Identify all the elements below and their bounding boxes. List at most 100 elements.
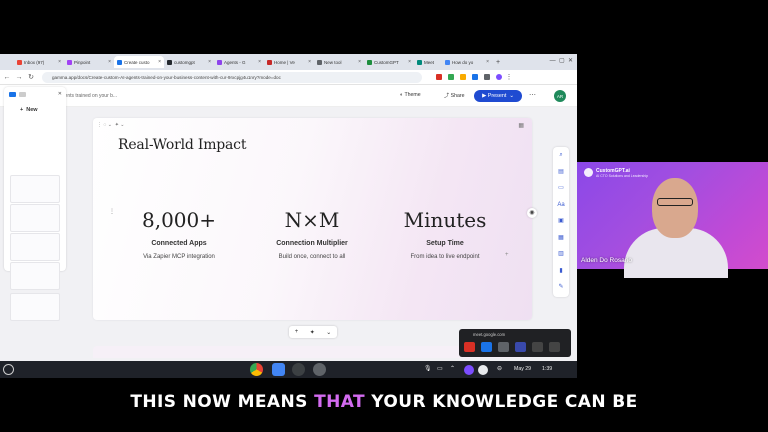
profile-icon[interactable] — [496, 74, 502, 80]
browser-tab[interactable]: Home | Ve × — [264, 56, 314, 68]
slide-heading: Real-World Impact — [118, 137, 247, 153]
taskbar: 🎙 ▭ ⌃ ⊖ May 29 1:39 — [0, 361, 577, 378]
site-icon — [317, 59, 322, 65]
chart-icon[interactable]: ▮ — [553, 263, 569, 280]
image-icon[interactable]: ▣ — [553, 213, 569, 230]
card-options-icon[interactable]: ▦ — [518, 122, 524, 129]
layout-icon[interactable]: ▭ — [553, 180, 569, 197]
customgpt-logo-icon — [584, 168, 593, 177]
stat-subtext: From idea to live endpoint — [410, 254, 480, 260]
address-bar: ← → ↻ gamma.app/docs/Create-custom-AI-ag… — [0, 70, 577, 85]
card-menu-icon[interactable]: ⋮ ◌ ⌄ ✦ ⌄ — [97, 122, 125, 128]
extension-icon[interactable] — [460, 74, 466, 80]
stat-block: N×M Connection Multiplier Build once, co… — [252, 208, 372, 260]
dnd-icon[interactable]: ⊖ — [497, 365, 502, 372]
stat-value: N×M — [284, 208, 340, 232]
add-column-icon[interactable]: + — [505, 252, 509, 258]
gamma-icon — [117, 59, 122, 65]
browser-tab[interactable]: customgpt × — [164, 56, 214, 68]
browser-tab-active[interactable]: Create custo × — [114, 56, 164, 68]
close-icon[interactable]: × — [58, 59, 61, 65]
card-view-icon[interactable] — [9, 92, 16, 97]
more-icon[interactable] — [549, 342, 560, 352]
cast-icon[interactable]: ▭ — [437, 365, 443, 372]
mic-icon[interactable]: 🎙 — [424, 365, 432, 372]
clock-display[interactable]: 1:39 — [542, 366, 552, 372]
drag-handle-icon[interactable]: ⋮ — [109, 208, 115, 215]
close-icon[interactable]: × — [258, 59, 261, 65]
close-icon[interactable]: ✕ — [58, 91, 62, 97]
cards-icon[interactable]: ▤ — [553, 164, 569, 181]
terminal-icon[interactable] — [292, 363, 305, 376]
slide-thumbnail[interactable] — [10, 233, 60, 261]
extension-icon[interactable] — [484, 74, 490, 80]
visibility-icon[interactable] — [498, 342, 509, 352]
chevron-down-icon[interactable]: ⌄ — [326, 329, 331, 336]
present-button[interactable]: ▶ Present ⌄ — [474, 90, 522, 102]
profile-icon[interactable] — [478, 365, 488, 375]
annotate-icon[interactable] — [515, 342, 526, 352]
browser-tab[interactable]: CustomGPT × — [364, 56, 414, 68]
extension-icon[interactable] — [472, 74, 478, 80]
add-card-icon[interactable]: + — [295, 329, 299, 335]
site-icon — [217, 59, 222, 65]
draw-icon[interactable]: ✎ — [553, 279, 569, 296]
slide-thumbnail[interactable] — [10, 175, 60, 203]
app-header: ⌂ Create custom AI agents trained on you… — [0, 85, 577, 107]
close-icon[interactable]: × — [158, 59, 161, 65]
forward-icon[interactable]: → — [14, 74, 24, 81]
slide-thumbnail[interactable] — [10, 293, 60, 321]
menu-icon[interactable]: ⋮ — [504, 73, 514, 81]
slide-thumbnail[interactable] — [10, 204, 60, 232]
theme-button[interactable]: ◐ Theme — [400, 92, 421, 98]
url-field[interactable]: gamma.app/docs/Create-custom-AI-agents-t… — [42, 71, 422, 83]
browser-tab[interactable]: Meet — [414, 56, 442, 68]
reload-icon[interactable]: ↻ — [26, 73, 36, 81]
stat-label: Connection Multiplier — [276, 240, 348, 247]
webcam-brand-tagline: AI CTO Solutions and Leadership — [596, 174, 649, 178]
meet-controls-panel: meet.google.com — [459, 329, 571, 357]
files-icon[interactable] — [272, 363, 285, 376]
browser-tab[interactable]: Pinpoint × — [64, 56, 114, 68]
card-style-icon[interactable]: ◉ — [527, 208, 537, 218]
chrome-icon[interactable] — [250, 363, 263, 376]
close-icon[interactable]: × — [108, 59, 111, 65]
back-icon[interactable]: ← — [2, 74, 12, 81]
extension-icon[interactable] — [436, 74, 442, 80]
more-icon[interactable]: ⋯ — [529, 91, 536, 99]
launcher-icon[interactable] — [3, 364, 14, 375]
embed-icon[interactable]: ▥ — [553, 246, 569, 263]
record-icon[interactable] — [464, 342, 475, 352]
chevron-up-icon[interactable]: ⌃ — [450, 365, 455, 372]
browser-tab[interactable]: Agents - G × — [214, 56, 264, 68]
browser-tab[interactable]: Inbox (97) × — [14, 56, 64, 68]
slide-thumbnail[interactable] — [10, 262, 60, 290]
window-controls-icon[interactable]: — ▢ ✕ — [550, 57, 573, 64]
close-icon[interactable]: × — [208, 59, 211, 65]
close-icon[interactable]: × — [308, 59, 311, 65]
share-button[interactable]: ⤴ Share — [444, 92, 464, 99]
new-tab-icon[interactable]: + — [496, 59, 500, 66]
list-view-icon[interactable] — [19, 92, 26, 97]
search-icon[interactable]: ⌕ — [553, 147, 569, 164]
close-icon[interactable]: × — [486, 59, 489, 65]
text-icon[interactable]: Aa — [553, 197, 569, 214]
edit-icon[interactable] — [481, 342, 492, 352]
close-icon[interactable]: × — [358, 59, 361, 65]
date-display[interactable]: May 29 — [514, 366, 531, 372]
code-icon[interactable] — [313, 363, 326, 376]
ai-add-icon[interactable]: ✦ — [310, 329, 315, 336]
meet-status-icon[interactable] — [464, 365, 474, 375]
stat-value: 8,000+ — [141, 208, 216, 232]
browser-tab[interactable]: New tool × — [314, 56, 364, 68]
caption-text: YOUR KNOWLEDGE CAN BE — [371, 392, 638, 412]
browser-tab[interactable]: How do yo × — [442, 56, 492, 68]
present-tab-icon[interactable] — [532, 342, 543, 352]
close-icon[interactable]: × — [408, 59, 411, 65]
table-icon[interactable]: ▦ — [553, 230, 569, 247]
extension-icon[interactable] — [448, 74, 454, 80]
new-card-button[interactable]: + New — [20, 107, 38, 113]
avatar[interactable]: AR — [554, 90, 566, 102]
subtitle-caption: THIS NOW MEANS THAT YOUR KNOWLEDGE CAN B… — [0, 392, 768, 412]
slide-card: ⋮ ◌ ⌄ ✦ ⌄ ▦ Real-World Impact 8,000+ Con… — [93, 118, 537, 320]
